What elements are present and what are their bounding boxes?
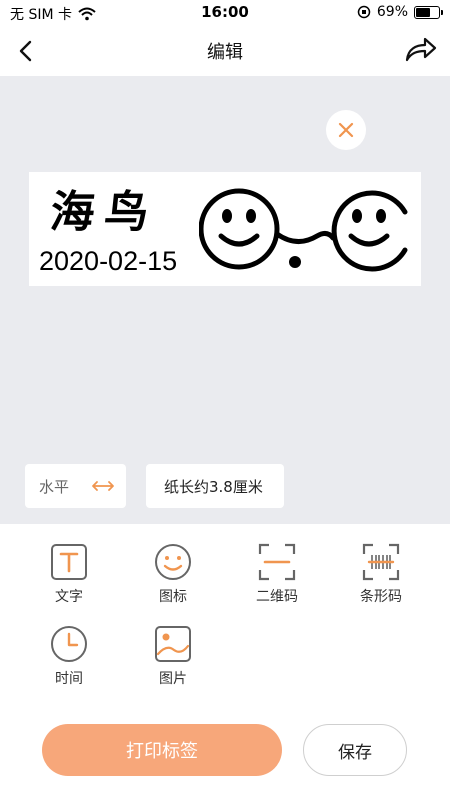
paper-length-label: 纸长约3.8厘米 (164, 477, 263, 496)
smiley-icon (155, 544, 191, 580)
orientation-toggle[interactable]: 水平 (25, 464, 126, 508)
share-icon[interactable] (404, 35, 438, 65)
tool-image[interactable]: 图片 (128, 624, 218, 694)
tool-image-label: 图片 (159, 671, 187, 687)
tool-time[interactable]: 时间 (24, 624, 114, 694)
text-icon (51, 544, 87, 580)
save-button[interactable]: 保存 (303, 724, 407, 776)
battery-icon (414, 5, 443, 19)
image-icon (155, 626, 191, 662)
horizontal-arrows-icon (92, 481, 114, 491)
smiley-faces-graphic[interactable] (199, 176, 417, 282)
tool-icon-label: 图标 (159, 589, 187, 605)
tool-text-label: 文字 (55, 589, 83, 605)
tool-qrcode[interactable]: 二维码 (232, 542, 322, 612)
clock-icon (51, 626, 87, 662)
delete-element-button[interactable] (326, 110, 366, 150)
tool-icon[interactable]: 图标 (128, 542, 218, 612)
orientation-lock-icon (357, 5, 371, 19)
close-icon (338, 122, 354, 138)
label-date-text[interactable]: 2020-02-15 (39, 246, 177, 277)
battery-fill (416, 7, 430, 17)
tool-palette: 文字 图标 二维码 条形码 时间 图片 (0, 524, 450, 704)
battery-percent: 69% (376, 4, 408, 20)
tool-qrcode-label: 二维码 (256, 589, 298, 605)
paper-length-indicator: 纸长约3.8厘米 (146, 464, 284, 508)
qrcode-icon (258, 543, 296, 581)
tool-barcode[interactable]: 条形码 (336, 542, 426, 612)
tool-time-label: 时间 (55, 671, 83, 687)
nav-bar: 编辑 (0, 26, 450, 76)
orientation-label: 水平 (39, 477, 70, 496)
status-bar: 无 SIM 卡 16:00 69% (0, 0, 450, 26)
label-canvas[interactable]: 海鸟 2020-02-15 水平 纸长约3.8厘米 (0, 76, 450, 524)
print-label-button[interactable]: 打印标签 (42, 724, 282, 776)
bottom-action-bar: 打印标签 保存 (0, 704, 450, 800)
page-title: 编辑 (207, 42, 243, 63)
label-title-text[interactable]: 海鸟 (48, 176, 163, 240)
label-preview[interactable]: 海鸟 2020-02-15 (29, 172, 421, 286)
status-right: 69% (357, 4, 443, 20)
tool-text[interactable]: 文字 (24, 542, 114, 612)
tool-barcode-label: 条形码 (360, 589, 402, 605)
barcode-icon (362, 543, 400, 581)
